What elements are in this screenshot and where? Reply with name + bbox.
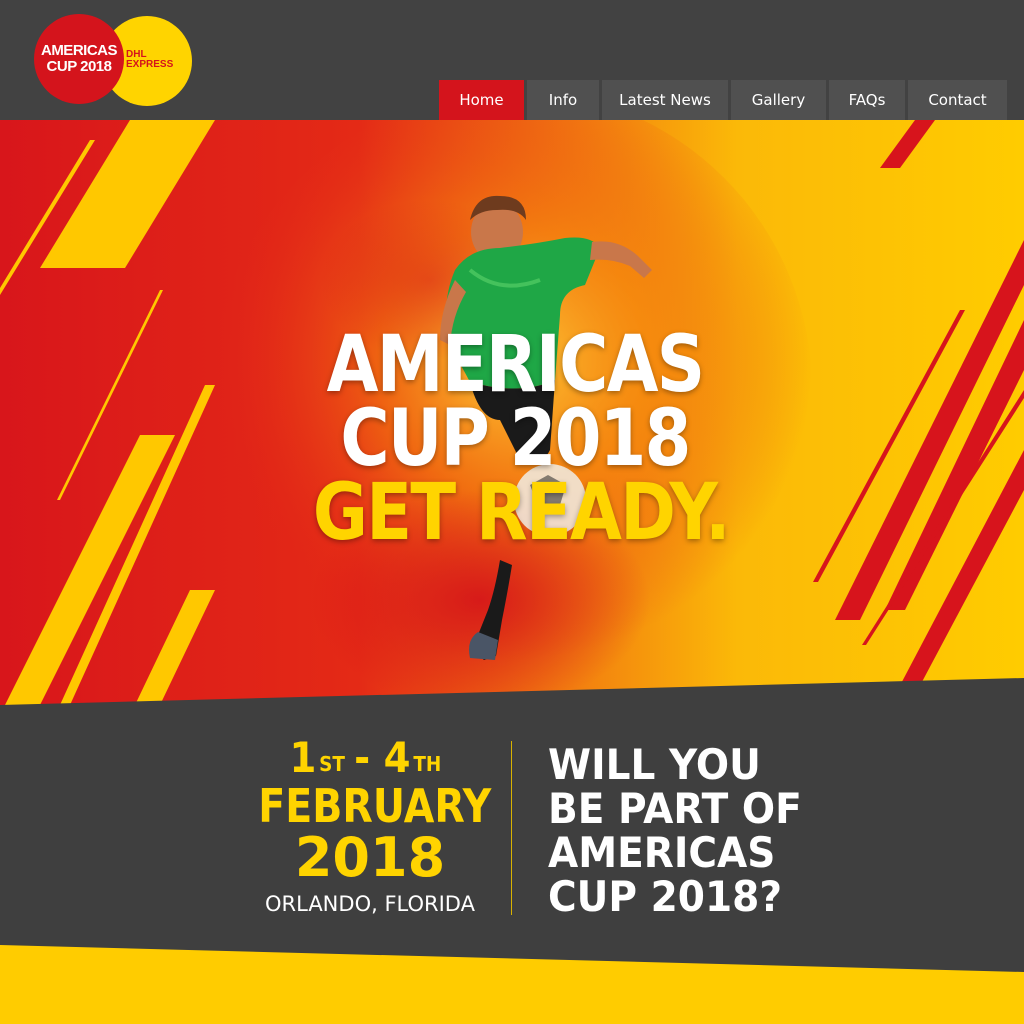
event-location: ORLANDO, FLORIDA <box>265 892 475 916</box>
page: DHL EXPRESS AMERICAS CUP 2018 Home Info … <box>0 0 1024 1024</box>
nav-item-home[interactable]: Home <box>439 80 524 120</box>
hero-banner: AMERICAS CUP 2018 GET READY. <box>0 120 1024 705</box>
event-month: FEBRUARY <box>258 779 492 833</box>
cta-line-1: WILL YOU <box>548 740 761 789</box>
event-date-range: 1 ST - 4 TH <box>250 735 489 781</box>
nav-item-faqs[interactable]: FAQs <box>829 80 905 120</box>
cta-line-4: CUP 2018? <box>548 872 782 921</box>
nav-item-latest-news[interactable]: Latest News <box>602 80 728 120</box>
vertical-divider <box>511 741 512 915</box>
event-info-band: 1 ST - 4 TH FEBRUARY 2018 ORLANDO, FLORIDA … <box>0 705 1024 950</box>
cta-question: WILL YOU BE PART OF AMERICAS CUP 2018? <box>548 743 827 919</box>
nav-item-contact[interactable]: Contact <box>908 80 1007 120</box>
end-day-suffix: TH <box>413 752 442 776</box>
hero-line-get-ready: GET READY. <box>312 468 731 558</box>
nav-item-gallery[interactable]: Gallery <box>731 80 826 120</box>
date-separator: - <box>354 733 371 782</box>
event-date-block: 1 ST - 4 TH FEBRUARY 2018 ORLANDO, FLORIDA <box>240 735 500 917</box>
end-day: 4 <box>383 733 411 782</box>
hero-line-americas: AMERICAS <box>326 320 706 410</box>
hero-line-cup-2018: CUP 2018 <box>340 394 691 484</box>
americas-cup-badge: AMERICAS CUP 2018 <box>34 14 124 104</box>
event-year: 2018 <box>294 826 446 889</box>
cta-line-2: BE PART OF <box>548 784 802 833</box>
start-day-suffix: ST <box>319 752 345 776</box>
hero-headline: AMERICAS CUP 2018 GET READY. <box>312 320 731 558</box>
logo-line-2: CUP 2018 <box>46 58 112 75</box>
logo-line-1: AMERICAS <box>40 42 118 59</box>
americas-cup-logo[interactable]: DHL EXPRESS AMERICAS CUP 2018 <box>30 12 190 108</box>
express-text: EXPRESS <box>126 59 174 70</box>
nav-item-info[interactable]: Info <box>527 80 599 120</box>
start-day: 1 <box>289 733 317 782</box>
cta-line-3: AMERICAS <box>548 828 776 877</box>
site-header: DHL EXPRESS AMERICAS CUP 2018 Home Info … <box>0 0 1024 120</box>
main-nav: Home Info Latest News Gallery FAQs Conta… <box>439 80 1007 120</box>
dhl-express-text: DHL EXPRESS <box>126 50 188 70</box>
